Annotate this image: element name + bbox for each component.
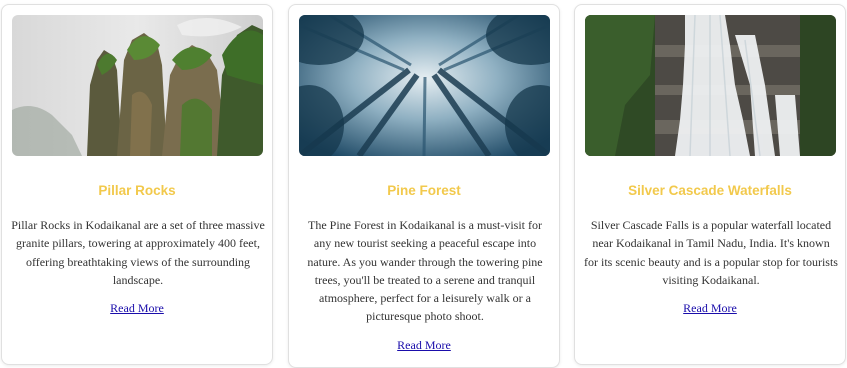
silver-cascade-image bbox=[585, 15, 836, 156]
card-description: The Pine Forest in Kodaikanal is a must-… bbox=[307, 218, 543, 324]
attraction-card-pillar-rocks: Pillar Rocks Pillar Rocks in Kodaikanal … bbox=[1, 4, 273, 365]
pine-forest-image bbox=[299, 15, 550, 156]
card-description: Pillar Rocks in Kodaikanal are a set of … bbox=[11, 218, 265, 287]
card-description: Silver Cascade Falls is a popular waterf… bbox=[584, 218, 838, 287]
read-more-link[interactable]: Read More bbox=[289, 338, 559, 353]
attraction-card-pine-forest: Pine Forest The Pine Forest in Kodaikana… bbox=[288, 4, 560, 368]
card-title: Pillar Rocks bbox=[98, 183, 176, 198]
read-more-link[interactable]: Read More bbox=[2, 301, 272, 316]
pillar-rocks-image bbox=[12, 15, 263, 156]
attraction-card-silver-cascade: Silver Cascade Waterfalls Silver Cascade… bbox=[574, 4, 846, 365]
read-more-link[interactable]: Read More bbox=[575, 301, 845, 316]
card-title: Pine Forest bbox=[387, 183, 461, 198]
card-title: Silver Cascade Waterfalls bbox=[628, 183, 792, 198]
